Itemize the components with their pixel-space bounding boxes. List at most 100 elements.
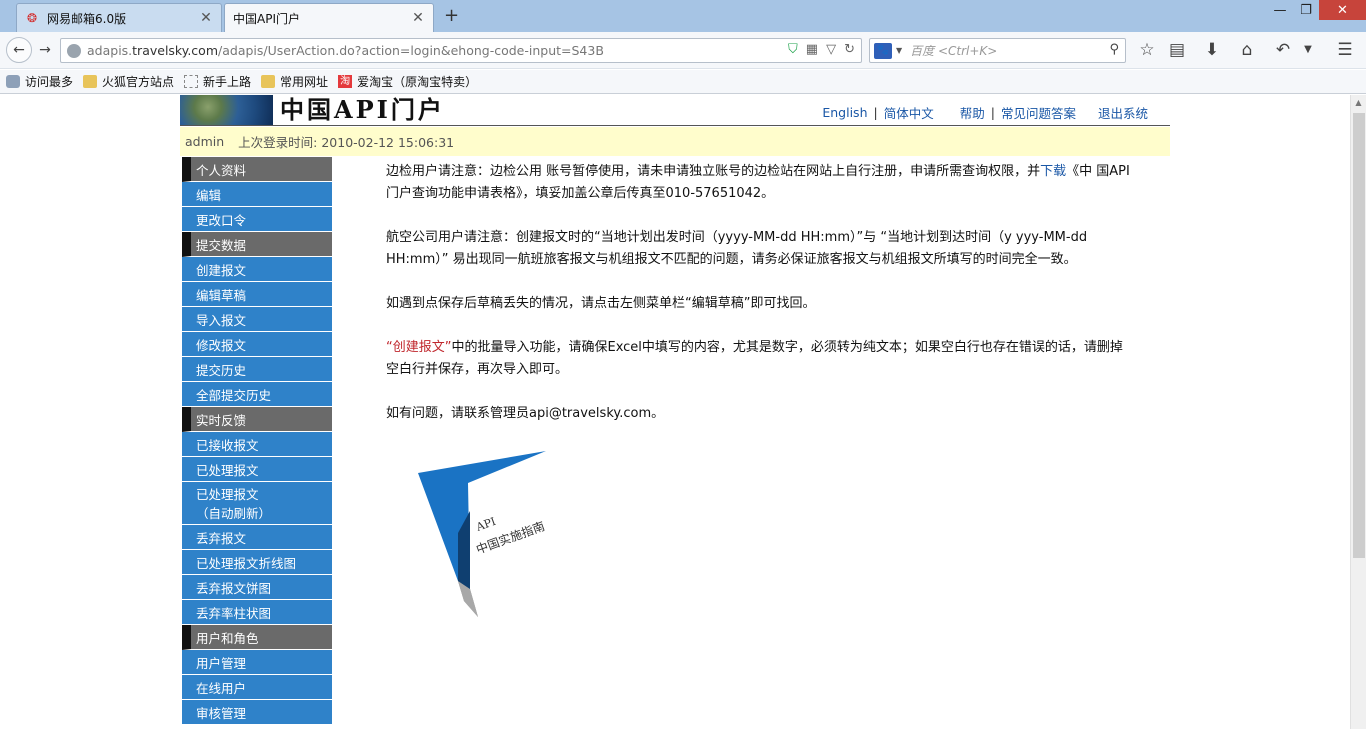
sidebar-item-processed-messages[interactable]: 已处理报文 xyxy=(182,457,332,482)
sidebar-item-received-messages[interactable]: 已接收报文 xyxy=(182,432,332,457)
minimize-icon[interactable]: — xyxy=(1267,0,1293,20)
engine-dropdown-icon[interactable]: ▼ xyxy=(896,46,902,55)
tab-title: 网易邮箱6.0版 xyxy=(47,11,127,26)
sidebar-section-submit-data: 提交数据 xyxy=(182,232,332,257)
faq-link[interactable]: 常见问题答案 xyxy=(1001,103,1076,122)
sidebar-item-import-message[interactable]: 导入报文 xyxy=(182,307,332,332)
site-container: 中国API门户 English | 简体中文 帮助 | 常见问题答案 退出系统 … xyxy=(180,95,1170,729)
reading-list-icon[interactable]: ▤ xyxy=(1166,40,1188,60)
site-header: 中国API门户 English | 简体中文 帮助 | 常见问题答案 退出系统 xyxy=(180,95,1170,126)
bookmark-label: 火狐官方站点 xyxy=(102,75,175,89)
sidebar-item-create-message[interactable]: 创建报文 xyxy=(182,257,332,282)
bookmark-ai-taobao[interactable]: 淘 爱淘宝（原淘宝特卖） xyxy=(338,73,477,90)
tab-netease-mail[interactable]: ❂ 网易邮箱6.0版 ✕ xyxy=(16,3,222,32)
scroll-up-icon[interactable]: ▲ xyxy=(1351,95,1366,111)
bookmark-label: 访问最多 xyxy=(25,75,74,89)
close-tab-icon[interactable]: ✕ xyxy=(199,10,213,26)
username: admin xyxy=(185,134,225,149)
sidebar-item-user-management[interactable]: 用户管理 xyxy=(182,650,332,675)
bookmark-firefox-site[interactable]: 火狐官方站点 xyxy=(83,73,174,90)
sidebar-item-processed-line-chart[interactable]: 已处理报文折线图 xyxy=(182,550,332,575)
tab-strip: ❂ 网易邮箱6.0版 ✕ 中国API门户 ✕ + — ❐ ✕ xyxy=(0,0,1366,32)
window-close-icon[interactable]: ✕ xyxy=(1319,0,1366,20)
bookmark-label: 爱淘宝（原淘宝特卖） xyxy=(357,75,478,89)
separator: | xyxy=(873,105,878,120)
sidebar-section-realtime-feedback: 实时反馈 xyxy=(182,407,332,432)
download-icon[interactable]: ⬇ xyxy=(1201,40,1223,60)
bookmark-label: 常用网址 xyxy=(280,75,329,89)
notice-content: 边检用户请注意：边检公用 账号暂停使用，请未申请独立账号的边检站在网站上自行注册… xyxy=(386,161,1131,447)
back-icon[interactable]: ← xyxy=(6,37,32,63)
reload-icon[interactable]: ↻ xyxy=(844,42,855,57)
sidebar-item-discarded-messages[interactable]: 丢弃报文 xyxy=(182,525,332,550)
close-tab-icon[interactable]: ✕ xyxy=(411,10,425,26)
undo-icon[interactable]: ↶ xyxy=(1272,40,1294,60)
qr-code-icon[interactable]: ▦ xyxy=(806,42,818,57)
address-bar[interactable]: adapis.travelsky.com/adapis/UserAction.d… xyxy=(60,38,862,63)
sidebar-section-users-roles: 用户和角色 xyxy=(182,625,332,650)
sidebar-section-profile: 个人资料 xyxy=(182,157,332,182)
sidebar-item-edit[interactable]: 编辑 xyxy=(182,182,332,207)
notice-airline-users: 航空公司用户请注意：创建报文时的“当地计划出发时间（yyyy-MM-dd HH:… xyxy=(386,230,1088,267)
scrollbar-thumb[interactable] xyxy=(1353,113,1365,558)
dropdown-icon[interactable]: ▼ xyxy=(1297,44,1319,55)
taobao-icon: 淘 xyxy=(338,75,353,88)
bookmark-getting-started[interactable]: 新手上路 xyxy=(184,73,251,90)
logout-link[interactable]: 退出系统 xyxy=(1098,103,1148,122)
notice-contact: 如有问题，请联系管理员api@travelsky.com。 xyxy=(386,406,665,421)
sidebar-item-online-users[interactable]: 在线用户 xyxy=(182,675,332,700)
user-info-bar: admin 上次登录时间: 2010-02-12 15:06:31 xyxy=(180,127,1170,156)
guide-line1: API xyxy=(474,515,498,534)
dropdown-icon[interactable]: ▽ xyxy=(826,42,836,57)
sidebar-item-processed-auto-refresh[interactable]: 已处理报文 （自动刷新） xyxy=(182,482,332,525)
top-links: English | 简体中文 帮助 | 常见问题答案 退出系统 xyxy=(822,103,1148,122)
most-visited-icon xyxy=(6,75,20,88)
bookmark-most-visited[interactable]: 访问最多 xyxy=(6,73,73,90)
search-icon[interactable]: ⚲ xyxy=(1109,42,1119,57)
forward-icon[interactable]: → xyxy=(34,37,56,63)
separator: | xyxy=(990,105,995,120)
shield-icon[interactable]: ⛉ xyxy=(788,42,798,57)
tab-title: 中国API门户 xyxy=(233,11,300,26)
bookmark-star-icon[interactable]: ☆ xyxy=(1136,40,1158,60)
url-text: adapis.travelsky.com/adapis/UserAction.d… xyxy=(87,43,604,58)
chinese-link[interactable]: 简体中文 xyxy=(884,103,934,122)
vertical-scrollbar[interactable]: ▲ xyxy=(1350,95,1366,729)
sidebar-item-audit-management[interactable]: 审核管理 xyxy=(182,700,332,725)
bookmark-label: 新手上路 xyxy=(203,75,252,89)
sidebar-item-discard-rate-bar-chart[interactable]: 丢弃率柱状图 xyxy=(182,600,332,625)
sidebar-item-submit-history[interactable]: 提交历史 xyxy=(182,357,332,382)
search-field[interactable]: 🐾 ▼ 百度 <Ctrl+K> ⚲ xyxy=(869,38,1126,63)
folder-icon xyxy=(261,75,276,88)
implementation-guide-image[interactable]: API 中国实施指南 xyxy=(418,451,568,621)
folder-icon xyxy=(83,75,98,88)
download-link[interactable]: 下载 xyxy=(1040,164,1066,179)
sidebar-menu: 个人资料 编辑 更改口令 提交数据 创建报文 编辑草稿 导入报文 修改报文 提交… xyxy=(182,157,332,725)
create-message-link[interactable]: “创建报文” xyxy=(386,340,451,355)
home-icon[interactable]: ⌂ xyxy=(1236,40,1258,60)
sidebar-item-all-submit-history[interactable]: 全部提交历史 xyxy=(182,382,332,407)
english-link[interactable]: English xyxy=(822,105,867,120)
bookmark-common-sites[interactable]: 常用网址 xyxy=(261,73,328,90)
sidebar-item-change-password[interactable]: 更改口令 xyxy=(182,207,332,232)
menu-icon[interactable]: ☰ xyxy=(1334,40,1356,60)
site-info-icon[interactable] xyxy=(67,43,81,58)
maximize-icon[interactable]: ❐ xyxy=(1293,0,1319,20)
sidebar-item-edit-draft[interactable]: 编辑草稿 xyxy=(182,282,332,307)
sidebar-item-modify-message[interactable]: 修改报文 xyxy=(182,332,332,357)
notice-draft-recovery: 如遇到点保存后草稿丢失的情况，请点击左侧菜单栏“编辑草稿”即可找回。 xyxy=(386,296,816,311)
baidu-engine-icon[interactable]: 🐾 xyxy=(874,42,892,59)
netease-mail-icon: ❂ xyxy=(26,11,38,25)
new-tab-icon[interactable]: + xyxy=(444,5,459,26)
site-title: 中国API门户 xyxy=(280,95,445,124)
sidebar-item-discarded-pie-chart[interactable]: 丢弃报文饼图 xyxy=(182,575,332,600)
bookmarks-toolbar: 访问最多 火狐官方站点 新手上路 常用网址 淘 爱淘宝（原淘宝特卖） xyxy=(0,70,1366,94)
notice-border-users: 边检用户请注意：边检公用 账号暂停使用，请未申请独立账号的边检站在网站上自行注册… xyxy=(386,164,1130,201)
navigation-toolbar: ← → adapis.travelsky.com/adapis/UserActi… xyxy=(0,32,1366,69)
last-login-time: 上次登录时间: 2010-02-12 15:06:31 xyxy=(238,135,455,150)
page-icon xyxy=(184,75,199,88)
tab-api-portal[interactable]: 中国API门户 ✕ xyxy=(224,3,434,32)
help-link[interactable]: 帮助 xyxy=(960,103,985,122)
urlbar-icons: ⛉ ▦ ▽ ↻ xyxy=(788,42,855,57)
page-viewport: 中国API门户 English | 简体中文 帮助 | 常见问题答案 退出系统 … xyxy=(0,95,1350,729)
